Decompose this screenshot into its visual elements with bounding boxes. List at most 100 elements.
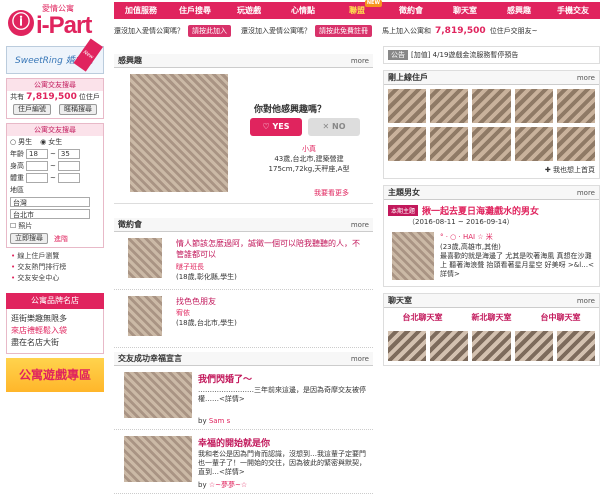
search-by-nick-button[interactable]: 暱稱搜尋 — [59, 104, 97, 115]
chat-user-thumbnail[interactable] — [514, 331, 553, 361]
area-label: 地區 — [10, 186, 24, 194]
date-more-link[interactable]: more — [351, 221, 369, 229]
theme-headline[interactable]: 揪一起去夏日海灘戲水的男女 — [422, 204, 539, 217]
age-from-input[interactable]: 18 — [26, 149, 48, 159]
age-to-input[interactable]: 35 — [57, 149, 80, 159]
female-radio[interactable]: ◉ — [40, 138, 46, 146]
join-button[interactable]: 請按此加入 — [188, 25, 231, 37]
advanced-link[interactable]: 進階 — [54, 234, 68, 244]
weight-from-input[interactable] — [26, 173, 48, 183]
theme-name[interactable]: ° ‧ ○ ‧ HAI ☆ 米 — [440, 232, 596, 242]
quick-link[interactable]: 交友安全中心 — [11, 273, 99, 284]
fresh-header: 剛上線住戶 more — [384, 71, 599, 85]
game-banner[interactable]: 公寓遊戲專區 — [6, 358, 104, 392]
join-text-2: 還沒加入愛情公寓嗎？ — [241, 27, 311, 35]
search-now-button[interactable]: 立即搜尋 — [10, 233, 48, 244]
nav-item-0[interactable]: 加值服務 — [114, 2, 168, 19]
chat-user-thumbnail[interactable] — [388, 331, 427, 361]
member-thumbnail[interactable] — [388, 127, 427, 161]
nav-item-7[interactable]: 感興趣 — [492, 2, 546, 19]
member-thumbnail[interactable] — [514, 127, 553, 161]
story-headline[interactable]: 幸福的開始就是你 — [198, 436, 270, 449]
join-text-4: 位住戶交朋友~ — [489, 27, 538, 35]
member-thumbnail[interactable] — [556, 127, 595, 161]
chat-user-thumbnail[interactable] — [472, 331, 511, 361]
interest-more-link[interactable]: more — [351, 57, 369, 65]
see-more-link[interactable]: 我要看更多 — [314, 188, 349, 198]
member-thumbnail[interactable] — [430, 127, 469, 161]
photo-label: 照片 — [18, 222, 33, 230]
theme-date: （2016-08-11 ~ 2016-09-14） — [408, 218, 514, 226]
chat-room-link[interactable]: 台北聊天室 — [403, 312, 443, 323]
yes-label: YES — [272, 122, 290, 131]
chat-title: 聊天室 — [388, 296, 412, 305]
height-from-input[interactable] — [26, 161, 48, 171]
shop-box[interactable]: 逛街樂趣無限多 來店禮輕鬆入袋 盡在名店大街 — [6, 309, 104, 354]
chat-more-link[interactable]: more — [577, 297, 595, 305]
photo-checkbox[interactable]: ☐ — [10, 222, 16, 230]
story-photo[interactable] — [124, 372, 192, 418]
register-button[interactable]: 請按此免費註冊 — [315, 25, 372, 37]
quick-link[interactable]: 交友熱門排行榜 — [11, 262, 99, 273]
nav-item-6[interactable]: 聊天室 — [438, 2, 492, 19]
date-photo[interactable] — [128, 296, 162, 336]
story-header: 交友成功幸福宣言 more — [114, 352, 373, 366]
story-author-name[interactable]: Sam s — [209, 417, 230, 425]
date-user-name[interactable]: 瞇子班長 — [176, 263, 204, 271]
sweetring-banner[interactable]: SweetRing 婚友網 New — [6, 38, 104, 74]
theme-more-link[interactable]: more — [577, 189, 595, 197]
weight-to-input[interactable] — [57, 173, 80, 183]
nav-item-1[interactable]: 住戶搜尋 — [168, 2, 222, 19]
female-label: 女生 — [48, 138, 63, 146]
nav-item-5[interactable]: 徵約會 — [384, 2, 438, 19]
story-more-link[interactable]: more — [351, 355, 369, 363]
date-text[interactable]: 情人節該怎麼過阿，誠徵一個可以陪我聽聽的人，不管誰都可以 — [176, 238, 366, 260]
nav-item-4[interactable]: 聯盟 NEW — [330, 0, 384, 19]
nav-item-8[interactable]: 手機交友 — [546, 2, 600, 19]
height-to-input[interactable] — [57, 161, 80, 171]
date-user-name[interactable]: 宥依 — [176, 309, 190, 317]
area-select-city[interactable]: 台北市 — [10, 209, 90, 219]
left-column: SweetRing 婚友網 New 公寓交友搜尋 共有 7,819,500 位住戶 住… — [6, 38, 104, 392]
member-thumbnail[interactable] — [472, 127, 511, 161]
yes-button[interactable]: ♡ YES — [250, 118, 302, 136]
chat-header: 聊天室 more — [384, 294, 599, 308]
member-thumbnail[interactable] — [472, 89, 511, 123]
story-author-name[interactable]: ☆~夢夢~☆ — [209, 481, 247, 489]
logo-text: i-Part — [36, 12, 92, 39]
search-by-id-button[interactable]: 住戶編號 — [13, 104, 51, 115]
notice-bar[interactable]: 公告 [加值] 4/19遊戲金流服務暫停預告 — [383, 46, 600, 64]
date-photo[interactable] — [128, 238, 162, 278]
nav-item-3[interactable]: 心情點 — [276, 2, 330, 19]
story-text: ……………………三年前來這邊，是因為奇摩交友被停權……<詳情> — [198, 386, 366, 403]
interest-name[interactable]: 小真 — [254, 144, 364, 154]
member-thumbnail[interactable] — [388, 89, 427, 123]
theme-photo[interactable] — [392, 232, 434, 280]
no-button[interactable]: ✕ NO — [308, 118, 360, 136]
story-headline[interactable]: 我們閃婚了～ — [198, 372, 252, 385]
homepage-link[interactable]: ✚ 我也想上首頁 — [384, 165, 599, 178]
story-photo[interactable] — [124, 436, 192, 482]
date-text[interactable]: 找色色朋友 — [176, 296, 366, 307]
member-thumbnail[interactable] — [430, 89, 469, 123]
interest-photo[interactable] — [130, 74, 228, 192]
theme-tag: 本期主題 — [388, 205, 419, 216]
chat-room-link[interactable]: 新北聊天室 — [472, 312, 512, 323]
fresh-more-link[interactable]: more — [577, 74, 595, 82]
area-select-country[interactable]: 台灣 — [10, 197, 90, 207]
logo[interactable]: ⓘ 愛情公寓 i-Part — [4, 2, 112, 40]
advanced-search-box: 公寓交友搜尋 ○ 男生 ◉ 女生 年齡 18 ~35 身高 ~ 體重 ~ 地區 台灣 台北市 … — [6, 123, 104, 248]
advanced-search-title: 公寓交友搜尋 — [7, 124, 103, 136]
member-thumbnail[interactable] — [556, 89, 595, 123]
notice-tag: 公告 — [388, 50, 408, 60]
interest-question: 你對他感興趣嗎？ — [254, 105, 327, 115]
chat-room-link[interactable]: 台中聊天室 — [541, 312, 581, 323]
chat-user-thumbnail[interactable] — [556, 331, 595, 361]
interest-info: 43歲,台北市,建築營建 — [274, 155, 344, 163]
male-radio[interactable]: ○ — [10, 138, 16, 146]
quick-search-box: 公寓交友搜尋 共有 7,819,500 位住戶 住戶編號 暱稱搜尋 — [6, 78, 104, 119]
nav-item-2[interactable]: 玩遊戲 — [222, 2, 276, 19]
quick-link[interactable]: 線上住戶瀏覽 — [11, 251, 99, 262]
member-thumbnail[interactable] — [514, 89, 553, 123]
chat-user-thumbnail[interactable] — [430, 331, 469, 361]
